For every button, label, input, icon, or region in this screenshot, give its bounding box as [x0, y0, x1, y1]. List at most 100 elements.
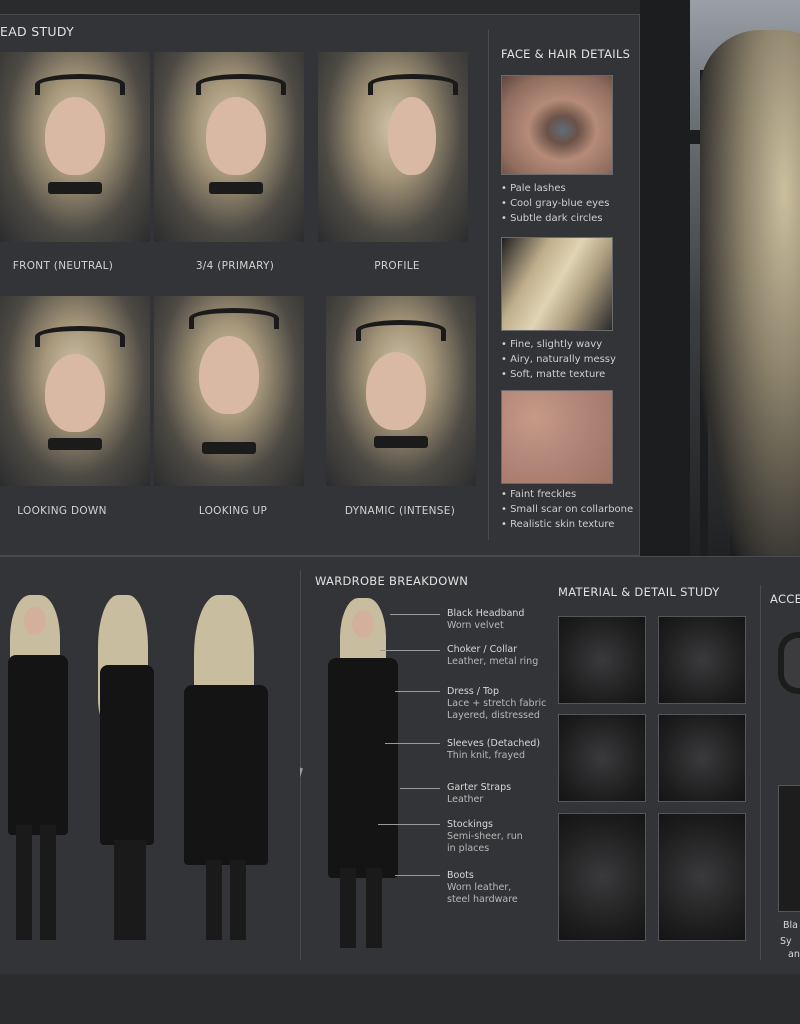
choker — [202, 442, 256, 454]
figure-dress — [8, 655, 68, 835]
headband — [35, 74, 125, 95]
accessory-image — [778, 785, 800, 912]
wardrobe-item-name: Boots — [447, 870, 474, 881]
figure-leg — [206, 860, 222, 940]
portrait-profile — [318, 52, 468, 242]
figure-wardrobe-front — [300, 598, 420, 953]
wardrobe-item-detail: in places — [447, 843, 490, 854]
wardrobe-item-sleeves: Sleeves (Detached) Thin knit, frayed — [447, 738, 540, 762]
material-swatch-garter — [658, 714, 746, 802]
wardrobe-item-name: Stockings — [447, 819, 493, 830]
accessory-extra: an — [788, 949, 800, 960]
material-swatch-boot — [558, 813, 646, 941]
wardrobe-item-detail: Semi-sheer, run — [447, 831, 523, 842]
headband — [356, 320, 446, 341]
material-swatch-lace-top — [558, 616, 646, 704]
wardrobe-title: WARDROBE BREAKDOWN — [315, 574, 469, 588]
wardrobe-item-name: Dress / Top — [447, 686, 500, 697]
material-swatch-boot-strap — [658, 813, 746, 941]
face — [45, 97, 105, 175]
hero-figure-hair — [700, 30, 800, 570]
caption-looking-up: LOOKING UP — [198, 505, 268, 517]
accessories-title: ACCES — [770, 592, 800, 606]
figure-leg — [114, 840, 130, 940]
face-hair-title: FACE & HAIR DETAILS — [501, 47, 631, 61]
wardrobe-item-detail: Leather, metal ring — [447, 656, 539, 667]
wardrobe-item-detail: Leather — [447, 794, 484, 805]
portrait-three-quarter — [154, 52, 304, 242]
eye-closeup — [501, 75, 613, 175]
figure-leg — [230, 860, 246, 940]
wardrobe-item-name: Garter Straps — [447, 782, 512, 793]
wardrobe-item-headband: Black Headband Worn velvet — [447, 608, 524, 632]
figure-leg — [40, 825, 56, 940]
figure-face — [24, 607, 46, 635]
face — [388, 97, 436, 175]
portrait-dynamic — [326, 296, 476, 486]
caption-front: FRONT (NEUTRAL) — [12, 260, 114, 272]
material-swatch-corset — [558, 714, 646, 802]
footer-bar — [0, 974, 800, 1024]
figure-leg — [130, 840, 146, 940]
tower-silhouette — [640, 0, 690, 570]
wardrobe-item-detail: Lace + stretch fabric — [447, 698, 547, 709]
choker — [48, 182, 102, 194]
callout-line — [390, 614, 440, 615]
face — [199, 336, 259, 414]
portrait-looking-up — [154, 296, 304, 486]
face — [206, 97, 266, 175]
figure-dress — [328, 658, 398, 878]
column-divider — [760, 585, 761, 960]
skin-note: Faint freckles — [501, 487, 633, 502]
skin-note: Realistic skin texture — [501, 517, 633, 532]
wardrobe-item-name: Choker / Collar — [447, 644, 518, 655]
wardrobe-item-garter: Garter Straps Leather — [447, 782, 511, 806]
callout-line — [378, 824, 440, 825]
callout-line — [380, 650, 440, 651]
caption-profile: PROFILE — [374, 260, 420, 272]
wardrobe-item-detail: Worn leather, — [447, 882, 512, 893]
wardrobe-item-detail: steel hardware — [447, 894, 518, 905]
wardrobe-item-name: Black Headband — [447, 608, 525, 619]
figure-dress — [100, 665, 154, 845]
wardrobe-item-choker: Choker / Collar Leather, metal ring — [447, 644, 538, 668]
eye-note: Subtle dark circles — [501, 211, 609, 226]
choker — [48, 438, 102, 450]
hair-note: Soft, matte texture — [501, 367, 616, 382]
face — [366, 352, 426, 430]
column-divider — [488, 30, 489, 540]
wardrobe-item-dress: Dress / Top Lace + stretch fabric Layere… — [447, 686, 546, 722]
head-study-title: EAD STUDY — [0, 24, 75, 39]
figure-front-angle — [0, 595, 80, 950]
material-title: MATERIAL & DETAIL STUDY — [558, 585, 720, 599]
eye-note: Pale lashes — [501, 181, 609, 196]
hair-note: Fine, slightly wavy — [501, 337, 616, 352]
accessory-bullet: Sy — [780, 936, 792, 947]
accessory-choker-image — [778, 632, 800, 694]
portrait-front — [0, 52, 150, 242]
figure-back — [176, 595, 276, 950]
hair-note: Airy, naturally messy — [501, 352, 616, 367]
caption-dynamic: DYNAMIC (INTENSE) — [344, 505, 456, 517]
eye-notes: Pale lashes Cool gray-blue eyes Subtle d… — [501, 181, 609, 226]
hair-closeup — [501, 237, 613, 331]
wardrobe-item-boots: Boots Worn leather, steel hardware — [447, 870, 518, 906]
callout-line — [395, 875, 440, 876]
skin-notes: Faint freckles Small scar on collarbone … — [501, 487, 633, 532]
choker — [374, 436, 428, 448]
caption-looking-down: LOOKING DOWN — [17, 505, 107, 517]
headband — [196, 74, 286, 95]
figure-leg — [16, 825, 32, 940]
headband — [35, 326, 125, 347]
hair-notes: Fine, slightly wavy Airy, naturally mess… — [501, 337, 616, 382]
portrait-looking-down — [0, 296, 150, 486]
figure-leg — [340, 868, 356, 948]
headband — [368, 74, 458, 95]
headband — [189, 308, 279, 329]
callout-line — [385, 743, 440, 744]
face — [45, 354, 105, 432]
wardrobe-item-detail: Thin knit, frayed — [447, 750, 525, 761]
figure-face — [352, 610, 374, 638]
callout-line — [400, 788, 440, 789]
wardrobe-item-detail: Layered, distressed — [447, 710, 540, 721]
